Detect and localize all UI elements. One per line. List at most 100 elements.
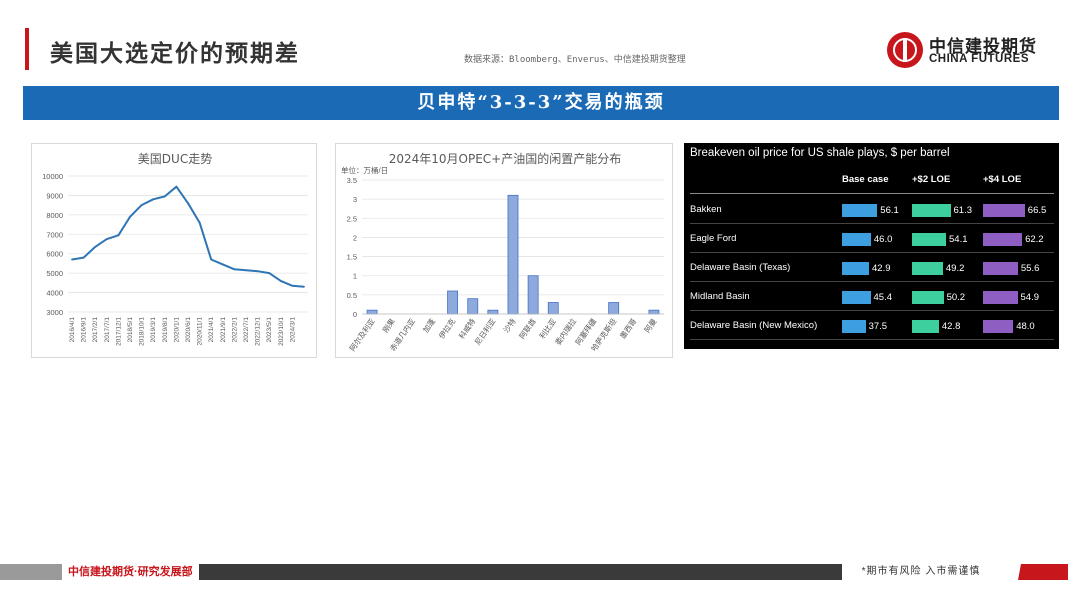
opec-bar xyxy=(527,275,539,315)
value-bar xyxy=(842,204,878,217)
table-row: Midland Basin 45.4 50.2 54.9 xyxy=(684,282,1059,311)
value-bar xyxy=(842,262,869,275)
value-bar xyxy=(842,320,866,333)
y-axis-unit: 单位：万桶/日 xyxy=(341,165,388,175)
table-header-divider xyxy=(690,193,1054,194)
x-tick-label: 尼日利亚 xyxy=(472,316,498,347)
x-tick-label: 阿曼 xyxy=(643,317,659,335)
value-label: 42.8 xyxy=(941,321,961,332)
value-label: 61.3 xyxy=(953,205,973,216)
value-bar xyxy=(912,262,943,275)
opec-bar xyxy=(467,298,479,315)
y-tick-label: 3 xyxy=(353,195,357,204)
duc-data-point xyxy=(163,195,166,198)
x-tick-label: 2020/1/1 xyxy=(173,317,180,343)
page-title: 美国大选定价的预期差 xyxy=(50,40,300,67)
value-label: 46.0 xyxy=(873,234,893,245)
opec-bar xyxy=(648,309,660,315)
value-label: 42.9 xyxy=(872,263,891,274)
duc-data-point xyxy=(279,280,282,282)
title-accent-bar xyxy=(25,28,29,70)
x-tick-label: 刚果 xyxy=(381,317,397,335)
duc-data-point xyxy=(245,269,247,272)
y-tick-label: 10000 xyxy=(42,172,63,181)
value-label: 49.2 xyxy=(945,263,965,274)
x-tick-label: 2019/8/1 xyxy=(162,317,169,343)
duc-data-point xyxy=(71,258,73,261)
footer-risk-warning: *期市有风险 入市需谨慎 xyxy=(842,564,1000,580)
opec-bar xyxy=(447,290,459,315)
y-tick-label: 2.5 xyxy=(347,214,357,223)
table-title: Breakeven oil price for US shale plays, … xyxy=(690,147,950,159)
x-tick-label: 2018/10/1 xyxy=(139,317,146,346)
x-tick-label: 2021/4/1 xyxy=(208,317,215,343)
x-tick-label: 2022/7/1 xyxy=(243,317,250,343)
value-label: 50.2 xyxy=(946,292,966,303)
value-bar xyxy=(983,204,1025,217)
value-label: 54.1 xyxy=(949,234,968,245)
value-label: 48.0 xyxy=(1016,321,1035,332)
y-tick-label: 3.5 xyxy=(347,176,357,185)
x-tick-label: 2024/3/1 xyxy=(289,317,296,343)
value-bar xyxy=(842,233,871,246)
value-bar xyxy=(912,204,951,217)
duc-data-point xyxy=(187,202,189,205)
y-tick-label: 9000 xyxy=(46,191,63,200)
opec-bar-chart: 2024年10月OPEC+产油国的闲置产能分布单位：万桶/日 0 0.5 1 1.5 2 2… xyxy=(341,151,664,353)
opec-bar xyxy=(487,309,499,315)
duc-data-point xyxy=(94,246,97,248)
duc-data-point xyxy=(198,221,201,224)
duc-data-point xyxy=(291,284,294,287)
x-tick-label: 墨西哥 xyxy=(618,317,639,341)
y-tick-label: 2 xyxy=(353,233,357,242)
x-tick-label: 加蓬 xyxy=(420,316,437,334)
value-bar xyxy=(912,233,946,246)
breakeven-table: Breakeven oil price for US shale plays, … xyxy=(684,143,1059,349)
y-tick-label: 6000 xyxy=(46,250,63,259)
x-tick-label: 2021/9/1 xyxy=(220,317,227,343)
opec-bar xyxy=(366,309,378,315)
table-row: Bakken 56.1 61.3 66.5 xyxy=(684,195,1059,224)
y-tick-label: 1.5 xyxy=(347,253,357,262)
duc-data-point xyxy=(233,268,236,271)
opec-bar xyxy=(547,302,559,315)
value-bar xyxy=(983,291,1018,304)
duc-data-point xyxy=(221,263,224,266)
y-tick-label: 5000 xyxy=(46,269,63,278)
row-label: Delaware Basin (New Mexico) xyxy=(690,320,818,331)
table-row: Eagle Ford 46.0 54.1 62.2 xyxy=(684,224,1059,253)
section-banner: 贝申特“3-3-3”交易的瓶颈 xyxy=(23,86,1059,120)
duc-data-point xyxy=(140,204,143,207)
x-tick-label: 2018/5/1 xyxy=(127,317,134,343)
value-label: 37.5 xyxy=(868,321,888,332)
footer-department: 中信建投期货·研究发展部 xyxy=(62,564,199,580)
logo-mark-icon xyxy=(887,32,923,68)
y-tick-label: 8000 xyxy=(46,211,63,220)
opec-chart-panel: 2024年10月OPEC+产油国的闲置产能分布 单位：万桶/日 0 0.5 1 1.5 2 2… xyxy=(335,143,673,358)
x-tick-label: 2016/9/1 xyxy=(81,317,88,343)
duc-data-point xyxy=(117,234,120,237)
value-label: 66.5 xyxy=(1027,205,1047,216)
column-header-base: Base case xyxy=(842,174,889,185)
x-tick-label: 2022/2/1 xyxy=(231,317,238,343)
footer-red-tab xyxy=(1018,564,1068,580)
opec-bar xyxy=(608,302,620,315)
value-bar xyxy=(983,233,1023,246)
row-label: Eagle Ford xyxy=(690,233,737,244)
x-tick-label: 2017/12/1 xyxy=(115,317,122,346)
value-label: 55.6 xyxy=(1020,263,1040,274)
x-tick-label: 2016/4/1 xyxy=(69,317,76,343)
column-header-4loe: +$4 LOE xyxy=(983,174,1022,185)
y-tick-label: 0.5 xyxy=(347,291,357,300)
value-label: 62.2 xyxy=(1025,234,1044,245)
duc-data-point xyxy=(268,272,271,275)
x-tick-label: 阿尔及利亚 xyxy=(347,316,377,353)
footer-strip-accent xyxy=(0,564,62,580)
duc-data-point xyxy=(303,285,305,288)
value-label: 56.1 xyxy=(880,205,899,216)
x-tick-label: 2017/7/1 xyxy=(104,317,111,343)
duc-data-point xyxy=(256,270,259,273)
row-divider xyxy=(690,339,1054,340)
row-label: Midland Basin xyxy=(690,291,750,302)
banner-title: 贝申特“3-3-3”交易的瓶颈 xyxy=(417,92,665,113)
